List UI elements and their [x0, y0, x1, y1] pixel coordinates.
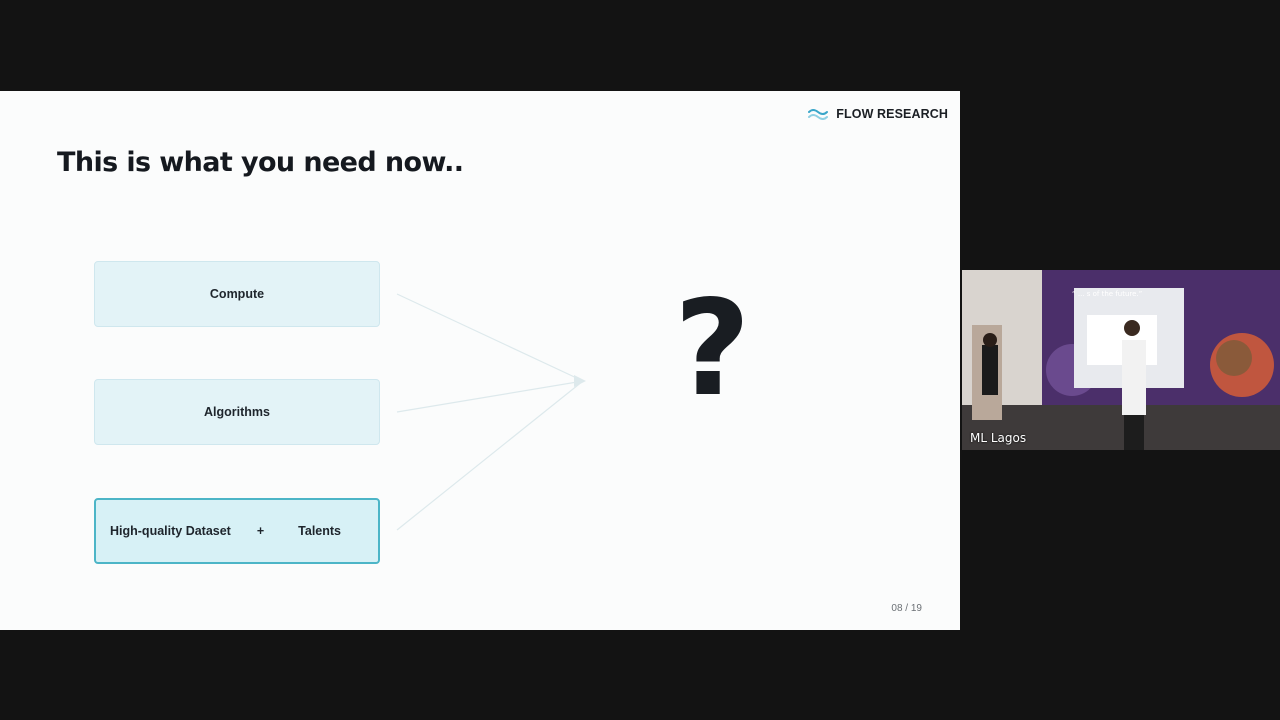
dataset-talents-card: High-quality Dataset + Talents: [94, 498, 380, 564]
dataset-label: High-quality Dataset: [110, 524, 231, 538]
slide-title: This is what you need now..: [57, 147, 464, 178]
compute-card: Compute: [94, 261, 380, 327]
flow-logo-icon: [808, 109, 829, 120]
algorithms-label: Algorithms: [204, 405, 270, 419]
presentation-slide: FLOW RESEARCH This is what you need now.…: [0, 91, 960, 630]
algorithms-card: Algorithms: [94, 379, 380, 445]
brand-name: FLOW RESEARCH: [836, 107, 948, 121]
participant-video-tile[interactable]: “ ... s of the future.” ML Lagos: [962, 270, 1280, 450]
mural-text: “ ... s of the future.”: [1072, 290, 1142, 298]
question-mark: ?: [674, 272, 751, 426]
shared-screen: FLOW RESEARCH This is what you need now.…: [0, 0, 960, 720]
arrow-head-icon: [574, 375, 586, 387]
plus-sign: +: [256, 524, 265, 538]
compute-label: Compute: [209, 287, 265, 301]
talents-label: Talents: [298, 524, 342, 538]
participant-name: ML Lagos: [970, 431, 1027, 445]
video-feed: “ ... s of the future.”: [962, 270, 1280, 450]
brand-header: FLOW RESEARCH: [808, 107, 948, 121]
page-number: 08 / 19: [891, 603, 922, 614]
